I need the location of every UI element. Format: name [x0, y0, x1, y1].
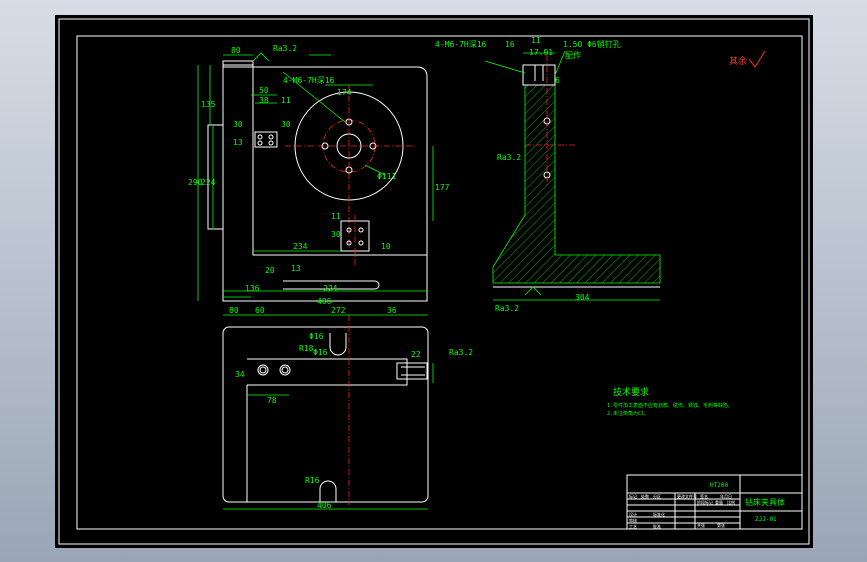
inner-frame — [76, 35, 803, 530]
dim-text: Φ111 — [377, 172, 396, 181]
material-label: HT200 — [710, 482, 728, 489]
roughness-other: 其余 — [729, 55, 747, 67]
drawing-canvas: 80 Ra3.2 4-M6-7H深16 135 30 13 224 290 50… — [58, 18, 810, 545]
bottom-view: 80 60 272 36 Ra3.2 Φ16 R18 Φ16 22 34 78 … — [222, 306, 473, 510]
tech-req-line: 2.未注倒角为C1。 — [607, 410, 649, 417]
title-cell: 处数 — [641, 493, 649, 499]
dim-text: 13 — [291, 264, 301, 273]
bottom-block — [340, 220, 370, 252]
dim-text: 30 — [233, 120, 243, 129]
roughness-label: Ra3.2 — [497, 153, 521, 162]
dim-text: 38 — [259, 96, 269, 105]
dim-text: 17.91 — [529, 48, 553, 57]
title-cell: 更改文件号 — [677, 493, 697, 499]
title-cell: 比例 — [727, 499, 735, 505]
dim-text: 290 — [188, 178, 203, 187]
dim-text: 136 — [245, 284, 260, 293]
dim-text: R18 — [299, 344, 314, 353]
dim-text: 34 — [235, 370, 245, 379]
dim-text: 30 — [331, 230, 341, 239]
dim-text: 80 — [231, 46, 241, 55]
dim-text: 78 — [267, 396, 277, 405]
slot-note: R16 — [305, 476, 320, 485]
dim-text: Φ16 — [313, 348, 328, 357]
dowel-note: 1.50 Φ6销钉孔 — [563, 39, 621, 49]
roughness-label: Ra3.2 — [495, 304, 519, 313]
title-cell: 标记 — [629, 493, 637, 499]
title-cell: 重量 — [715, 499, 723, 505]
dim-text: 10 — [381, 242, 391, 251]
dim-text: 60 — [255, 306, 265, 315]
dim-text: 11 — [531, 36, 541, 45]
dim-text: 13 — [233, 138, 243, 147]
section-hatch — [492, 84, 661, 284]
tech-req-title: 技术要求 — [613, 386, 649, 398]
dim-text: 16 — [505, 40, 515, 49]
dim-text: 224 — [323, 284, 338, 293]
dim-text: 135 — [201, 100, 216, 109]
dim-text: 30 — [281, 120, 291, 129]
dowel-note: 配作 — [565, 50, 581, 60]
roughness-symbol-icon — [748, 50, 766, 68]
title-cell: 阶段标记 — [697, 499, 713, 505]
dim-text: 6 — [555, 76, 560, 85]
outer-border — [58, 18, 810, 545]
dim-text: 406 — [317, 297, 332, 306]
dim-text: 11 — [281, 96, 291, 105]
title-block: HT200 钻床夹具体 ZJJ-01 标记 处数 分区 更改文件号 签名 年月日… — [626, 474, 803, 530]
dim-text: 174 — [337, 88, 352, 97]
title-cell: 审核 — [629, 517, 637, 523]
dim-text: 177 — [435, 183, 450, 192]
title-cell: 工艺 — [629, 524, 637, 529]
roughness-label: Ra3.2 — [273, 44, 297, 53]
title-cell: 年月日 — [720, 493, 732, 499]
dim-text: 80 — [229, 306, 239, 315]
title-cell: 共张 — [697, 522, 705, 528]
title-cell: 标准化 — [653, 511, 665, 517]
dim-text: 272 — [331, 306, 346, 315]
dim-text: 22 — [411, 350, 421, 359]
dim-text: 406 — [317, 501, 332, 510]
dim-text: 304 — [575, 293, 590, 302]
tech-req-line: 1.零件加工表面不应有划痕、碰伤、锈蚀、毛刺等缺陷。 — [607, 402, 733, 409]
roughness-label: Ra3.2 — [449, 348, 473, 357]
drawing-number: ZJJ-01 — [755, 516, 777, 523]
side-view: 4-M6-7H深16 16 11 17.91 1.50 Φ6销钉孔 配作 6 R… — [435, 36, 661, 313]
title-cell: 第张 — [717, 522, 725, 528]
dim-text: 36 — [387, 306, 397, 315]
dim-text: 11 — [331, 212, 341, 221]
part-name: 钻床夹具体 — [745, 497, 785, 507]
title-cell: 签名 — [700, 493, 708, 499]
slot-note: Φ16 — [309, 332, 324, 341]
top-view: 80 Ra3.2 4-M6-7H深16 135 30 13 224 290 50… — [188, 44, 450, 306]
title-cell: 批准 — [653, 523, 661, 529]
dim-text: 234 — [293, 242, 308, 251]
title-cell: 分区 — [653, 493, 661, 499]
top-view-outline — [223, 64, 428, 256]
dim-text: 224 — [201, 178, 216, 187]
cad-viewport[interactable]: 80 Ra3.2 4-M6-7H深16 135 30 13 224 290 50… — [55, 15, 813, 548]
dim-text: 20 — [265, 266, 275, 275]
left-flange — [207, 124, 224, 230]
thread-note: 4-M6-7H深16 — [435, 40, 487, 49]
thread-note: 4-M6-7H深16 — [283, 76, 335, 85]
title-cell: 设计 — [629, 511, 637, 517]
dim-text: 50 — [259, 86, 269, 95]
